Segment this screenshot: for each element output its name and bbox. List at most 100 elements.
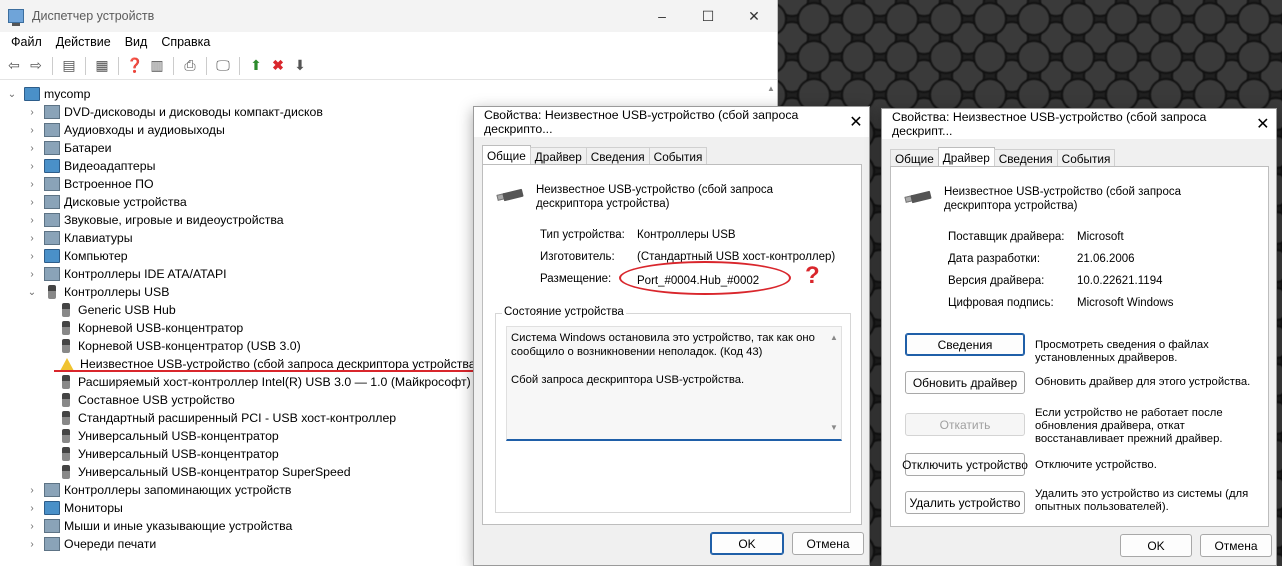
tree-category-usb[interactable]: ⌄ Контроллеры USB: [26, 283, 169, 301]
tree-device[interactable]: Универсальный USB-концентратор SuperSpee…: [58, 463, 351, 481]
tree-device[interactable]: Расширяемый хост-контроллер Intel(R) USB…: [58, 373, 471, 391]
close-icon[interactable]: ✕: [1250, 114, 1276, 134]
status-line: сообщило о возникновении неполадок. (Код…: [511, 346, 763, 358]
tab-events[interactable]: События: [648, 147, 708, 165]
tree-category[interactable]: › Компьютер: [26, 247, 128, 265]
menu-file[interactable]: Файл: [4, 35, 49, 49]
collapsed-chevron-icon[interactable]: ›: [26, 125, 38, 136]
usb-icon: [62, 429, 70, 443]
status-group-label: Состояние устройства: [502, 306, 626, 318]
cancel-button[interactable]: Отмена: [792, 532, 864, 555]
tree-device[interactable]: Корневой USB-концентратор: [58, 319, 243, 337]
collapsed-chevron-icon[interactable]: ›: [26, 197, 38, 208]
collapsed-chevron-icon[interactable]: ›: [26, 251, 38, 262]
tree-category[interactable]: › Очереди печати: [26, 535, 156, 553]
tab-events[interactable]: События: [1056, 149, 1116, 167]
maximize-button[interactable]: ☐: [685, 0, 731, 32]
tree-category[interactable]: › Контроллеры IDE ATA/ATAPI: [26, 265, 227, 283]
status-scrollbar[interactable]: ▲ ▼: [827, 327, 841, 439]
tab-general[interactable]: Общие: [890, 149, 939, 167]
update-driver-button[interactable]: Обновить драйвер: [905, 371, 1025, 394]
menu-help[interactable]: Справка: [154, 35, 217, 49]
computer-icon: [44, 249, 60, 263]
tab-driver[interactable]: Драйвер: [937, 147, 995, 167]
disable-device-icon[interactable]: ⬇: [290, 56, 310, 76]
close-icon[interactable]: ✕: [843, 112, 869, 132]
tree-device[interactable]: Generic USB Hub: [58, 301, 176, 319]
collapsed-chevron-icon[interactable]: ›: [26, 503, 38, 514]
tree-category[interactable]: › Мониторы: [26, 499, 123, 517]
collapsed-chevron-icon[interactable]: ›: [26, 539, 38, 550]
minimize-button[interactable]: –: [639, 0, 685, 32]
collapsed-chevron-icon[interactable]: ›: [26, 179, 38, 190]
tab-details[interactable]: Сведения: [585, 147, 650, 165]
collapsed-chevron-icon[interactable]: ›: [26, 143, 38, 154]
expanded-chevron-icon[interactable]: ⌄: [6, 89, 18, 100]
scroll-up-icon[interactable]: ▲: [765, 84, 777, 93]
tree-view-icon[interactable]: ▤: [59, 56, 79, 76]
tree-device[interactable]: Составное USB устройство: [58, 391, 235, 409]
tree-category[interactable]: › Контроллеры запоминающих устройств: [26, 481, 291, 499]
collapsed-chevron-icon[interactable]: ›: [26, 233, 38, 244]
tab-panel-general: Неизвестное USB-устройство (сбой запроса…: [482, 164, 862, 525]
toolbar-separator: [239, 56, 240, 75]
tab-driver[interactable]: Драйвер: [529, 147, 587, 165]
disable-device-button[interactable]: Отключить устройство: [902, 453, 1028, 476]
tree-category-label: Компьютер: [64, 249, 128, 263]
back-arrow-icon[interactable]: ⇦: [4, 56, 24, 76]
menu-action[interactable]: Действие: [49, 35, 118, 49]
tab-general[interactable]: Общие: [482, 145, 531, 165]
driver-details-button[interactable]: Сведения: [905, 333, 1025, 356]
help-icon[interactable]: ❓: [125, 56, 145, 76]
close-button[interactable]: ✕: [731, 0, 777, 32]
tree-category[interactable]: › Дисковые устройства: [26, 193, 187, 211]
properties-icon[interactable]: ▦: [92, 56, 112, 76]
tree-device-label: Generic USB Hub: [78, 303, 176, 317]
scroll-up-icon[interactable]: ▲: [830, 331, 838, 345]
tab-panel-driver: Неизвестное USB-устройство (сбой запроса…: [890, 166, 1269, 527]
uninstall-device-button[interactable]: Удалить устройство: [905, 491, 1025, 514]
properties-dialog-general: Свойства: Неизвестное USB-устройство (сб…: [473, 106, 870, 566]
tree-root[interactable]: ⌄ mycomp: [6, 85, 90, 103]
collapsed-chevron-icon[interactable]: ›: [26, 269, 38, 280]
scan-hardware-icon[interactable]: 🖵: [213, 56, 233, 76]
tree-category-label: Контроллеры IDE ATA/ATAPI: [64, 267, 227, 281]
toolbar-separator: [173, 56, 174, 75]
tree-category[interactable]: › Видеоадаптеры: [26, 157, 155, 175]
resource-view-icon[interactable]: ▥: [147, 56, 167, 76]
ok-button[interactable]: OK: [1120, 534, 1192, 557]
status-text-area[interactable]: Система Windows остановила это устройств…: [506, 326, 842, 441]
tree-category[interactable]: › Звуковые, игровые и видеоустройства: [26, 211, 284, 229]
collapsed-chevron-icon[interactable]: ›: [26, 107, 38, 118]
update-driver-icon[interactable]: ⬆: [246, 56, 266, 76]
collapsed-chevron-icon[interactable]: ›: [26, 215, 38, 226]
tab-details[interactable]: Сведения: [993, 149, 1058, 167]
tree-device[interactable]: Универсальный USB-концентратор: [58, 445, 279, 463]
tree-category[interactable]: › Встроенное ПО: [26, 175, 154, 193]
tree-category[interactable]: › Аудиовходы и аудиовыходы: [26, 121, 225, 139]
tree-category-label: Контроллеры USB: [64, 285, 170, 299]
rollback-driver-button[interactable]: Откатить: [905, 413, 1025, 436]
expanded-chevron-icon[interactable]: ⌄: [26, 287, 38, 298]
tree-device[interactable]: Стандартный расширенный PCI - USB хост-к…: [58, 409, 396, 427]
tree-category[interactable]: › Клавиатуры: [26, 229, 133, 247]
uninstall-icon[interactable]: ✖: [268, 56, 288, 76]
scroll-down-icon[interactable]: ▼: [830, 421, 838, 435]
collapsed-chevron-icon[interactable]: ›: [26, 485, 38, 496]
collapsed-chevron-icon[interactable]: ›: [26, 521, 38, 532]
cancel-button[interactable]: Отмена: [1200, 534, 1272, 557]
usb-plug-icon: [904, 190, 932, 204]
tree-category[interactable]: › DVD-дисководы и дисководы компакт-диско…: [26, 103, 323, 121]
ok-button[interactable]: OK: [710, 532, 784, 555]
forward-arrow-icon[interactable]: ⇨: [26, 56, 46, 76]
tree-category[interactable]: › Мыши и иные указывающие устройства: [26, 517, 292, 535]
tree-device[interactable]: Универсальный USB-концентратор: [58, 427, 279, 445]
menu-view[interactable]: Вид: [118, 35, 155, 49]
tree-device[interactable]: Корневой USB-концентратор (USB 3.0): [58, 337, 301, 355]
tree-category[interactable]: › Батареи: [26, 139, 112, 157]
tree-category-label: Клавиатуры: [64, 231, 133, 245]
battery-icon: [44, 141, 60, 155]
print-icon[interactable]: ⎙: [180, 56, 200, 76]
collapsed-chevron-icon[interactable]: ›: [26, 161, 38, 172]
annotation-ellipse: [619, 261, 791, 295]
